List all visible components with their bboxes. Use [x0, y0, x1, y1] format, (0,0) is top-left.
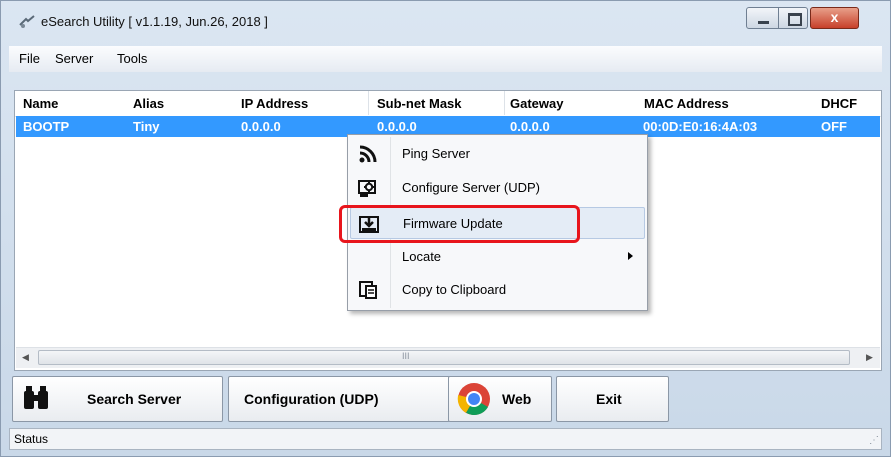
scrollbar-thumb[interactable]: III	[38, 350, 850, 365]
exit-label: Exit	[596, 391, 622, 407]
column-header-mask[interactable]: Sub-net Mask	[377, 96, 462, 111]
column-header-alias[interactable]: Alias	[133, 96, 164, 111]
menu-server[interactable]: Server	[55, 51, 93, 66]
column-header-gateway[interactable]: Gateway	[510, 96, 563, 111]
maximize-button[interactable]	[778, 7, 808, 29]
menu-item-label: Configure Server (UDP)	[402, 180, 540, 195]
list-header: Name Alias IP Address Sub-net Mask Gatew…	[15, 91, 881, 117]
configuration-udp-label: Configuration (UDP)	[244, 391, 379, 407]
web-button[interactable]: Web	[448, 376, 552, 422]
horizontal-scrollbar[interactable]: ◀ III ▶	[16, 347, 880, 368]
status-text: Status	[14, 432, 49, 446]
exit-button[interactable]: Exit	[556, 376, 669, 422]
scroll-right-icon[interactable]: ▶	[866, 352, 873, 363]
menu-item-locate[interactable]: Locate	[350, 241, 645, 273]
column-header-mac[interactable]: MAC Address	[644, 96, 729, 111]
cell-name: BOOTP	[23, 119, 70, 134]
menu-item-label: Ping Server	[402, 146, 470, 161]
cell-ip: 0.0.0.0	[241, 119, 281, 134]
column-header-ip[interactable]: IP Address	[241, 96, 308, 111]
column-divider	[368, 91, 369, 115]
menu-item-label: Copy to Clipboard	[402, 282, 507, 297]
menu-file[interactable]: File	[19, 51, 40, 66]
chrome-icon	[457, 383, 490, 416]
close-button[interactable]: x	[810, 7, 859, 29]
clipboard-icon	[359, 281, 377, 299]
menu-item-configure-server[interactable]: Configure Server (UDP)	[350, 172, 645, 204]
menu-item-label: Locate	[402, 249, 442, 264]
column-header-name[interactable]: Name	[23, 96, 58, 111]
window-title: eSearch Utility [ v1.1.19, Jun.26, 2018 …	[41, 14, 268, 29]
menu-item-copy-to-clipboard[interactable]: Copy to Clipboard	[350, 274, 645, 306]
gear-screen-icon	[358, 180, 376, 197]
bottom-toolbar: Search Server Configuration (UDP) Web Ex…	[9, 374, 882, 424]
column-header-dhcp[interactable]: DHCF	[821, 96, 857, 111]
cell-mask: 0.0.0.0	[377, 119, 417, 134]
highlight-annotation	[339, 205, 580, 243]
column-divider	[504, 91, 505, 115]
submenu-arrow-icon	[628, 252, 633, 260]
cell-alias: Tiny	[133, 119, 160, 134]
close-icon: x	[830, 9, 839, 25]
menu-bar: File Server Tools	[9, 46, 882, 72]
status-bar: Status ⋰	[9, 428, 882, 450]
app-icon	[19, 15, 35, 28]
minimize-button[interactable]	[746, 7, 779, 29]
cell-dhcp: OFF	[821, 119, 847, 134]
cell-gateway: 0.0.0.0	[510, 119, 550, 134]
resize-grip-icon[interactable]: ⋰	[869, 435, 879, 446]
web-label: Web	[502, 391, 532, 407]
rss-icon	[359, 145, 377, 163]
menu-item-ping-server[interactable]: Ping Server	[350, 138, 645, 170]
search-server-label: Search Server	[87, 391, 182, 407]
title-bar[interactable]: eSearch Utility [ v1.1.19, Jun.26, 2018 …	[1, 1, 890, 45]
scrollbar-grip: III	[402, 351, 410, 361]
binoculars-icon	[24, 386, 48, 409]
scroll-left-icon[interactable]: ◀	[22, 352, 29, 363]
menu-tools[interactable]: Tools	[117, 51, 147, 66]
cell-mac: 00:0D:E0:16:4A:03	[643, 119, 758, 134]
configuration-udp-button[interactable]: Configuration (UDP)	[228, 376, 450, 422]
search-server-button[interactable]: Search Server	[12, 376, 223, 422]
